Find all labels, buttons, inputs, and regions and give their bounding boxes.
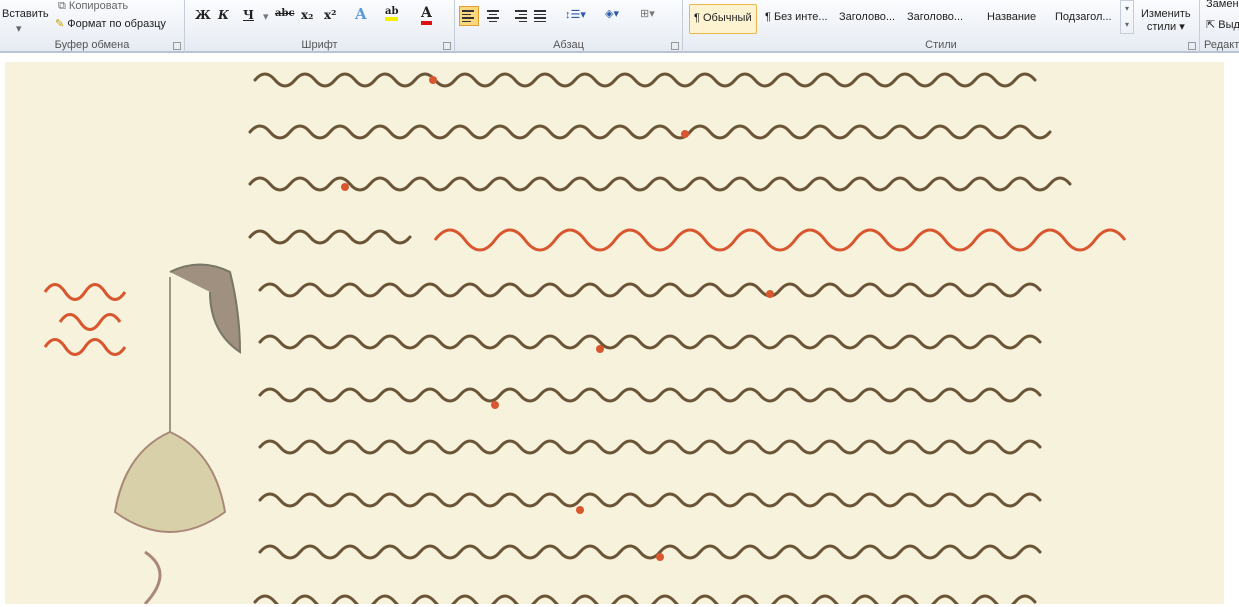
replace-button[interactable]: Заменить xyxy=(1206,0,1239,10)
copy-button[interactable]: ⧉ Копировать xyxy=(58,0,128,13)
select-label: Выделить xyxy=(1218,19,1239,31)
paste-dropdown-icon[interactable]: ▾ xyxy=(16,22,22,35)
bold-button[interactable]: Ж xyxy=(195,8,211,22)
editing-group: Заменить ⇱ Выделить Редактирование xyxy=(1200,0,1239,53)
clipboard-label: Буфер обмена xyxy=(54,39,130,51)
style-no-spacing[interactable]: ¶ Без инте... xyxy=(761,4,832,34)
style-title[interactable]: Название xyxy=(983,4,1040,34)
underline-dropdown-icon[interactable]: ▾ xyxy=(263,10,269,23)
styles-launcher[interactable] xyxy=(1188,42,1196,50)
brush-icon: ✎ xyxy=(55,18,65,30)
font-label: Шрифт xyxy=(301,39,338,51)
font-launcher[interactable] xyxy=(443,42,451,50)
paragraph-label: Абзац xyxy=(553,39,584,51)
font-color-icon[interactable]: A xyxy=(421,5,432,25)
change-styles-button[interactable]: Изменить стили ▾ xyxy=(1141,8,1191,34)
manuscript-drawing xyxy=(43,72,1127,607)
style-normal[interactable]: ¶ Обычный xyxy=(689,4,757,34)
paragraph-group: ↕☰▾ ◈▾ ⊞▾ Абзац xyxy=(455,0,683,53)
style-subtitle[interactable]: Подзагол... xyxy=(1051,4,1116,34)
align-left-button[interactable] xyxy=(459,6,479,26)
borders-icon[interactable]: ⊞▾ xyxy=(640,7,655,20)
clipboard-launcher[interactable] xyxy=(173,42,181,50)
line-spacing-icon[interactable]: ↕☰▾ xyxy=(565,8,586,21)
superscript-button[interactable]: x² xyxy=(324,8,336,22)
align-right-button[interactable] xyxy=(507,6,527,26)
italic-button[interactable]: К xyxy=(218,8,229,22)
styles-scroll[interactable]: ▾ ▾ xyxy=(1120,0,1134,34)
editing-label: Редактирование xyxy=(1204,39,1239,51)
format-painter-button[interactable]: ✎ Формат по образцу xyxy=(55,17,166,30)
align-center-button[interactable] xyxy=(483,6,503,26)
style-heading-2[interactable]: Заголово... xyxy=(903,4,967,34)
select-button[interactable]: ⇱ Выделить xyxy=(1206,18,1239,31)
font-group: Ж К Ч ▾ abc x₂ x² A ab A Шрифт xyxy=(185,0,455,53)
paste-button[interactable]: Вставить xyxy=(2,8,49,20)
styles-group: ¶ Обычный ¶ Без инте... Заголово... Заго… xyxy=(683,0,1200,53)
underline-button[interactable]: Ч xyxy=(243,8,254,22)
manuscript-image xyxy=(5,62,1224,607)
justify-button[interactable] xyxy=(530,6,550,26)
change-styles-label: Изменить xyxy=(1141,8,1191,20)
change-styles-label-2: стили xyxy=(1146,21,1177,33)
styles-label: Стили xyxy=(925,39,957,51)
text-effects-icon[interactable]: A xyxy=(355,5,367,23)
copy-label: Копировать xyxy=(68,0,129,12)
ribbon: Вставить ▾ ⧉ Копировать ✎ Формат по обра… xyxy=(0,0,1239,53)
subscript-button[interactable]: x₂ xyxy=(301,8,313,22)
strikethrough-button[interactable]: abc xyxy=(275,8,295,19)
highlight-icon[interactable]: ab xyxy=(385,6,399,21)
paragraph-launcher[interactable] xyxy=(671,42,679,50)
format-painter-label: Формат по образцу xyxy=(67,18,166,30)
shading-icon[interactable]: ◈▾ xyxy=(605,7,619,20)
style-heading-1[interactable]: Заголово... xyxy=(835,4,899,34)
clipboard-group: Вставить ▾ ⧉ Копировать ✎ Формат по обра… xyxy=(0,0,185,53)
